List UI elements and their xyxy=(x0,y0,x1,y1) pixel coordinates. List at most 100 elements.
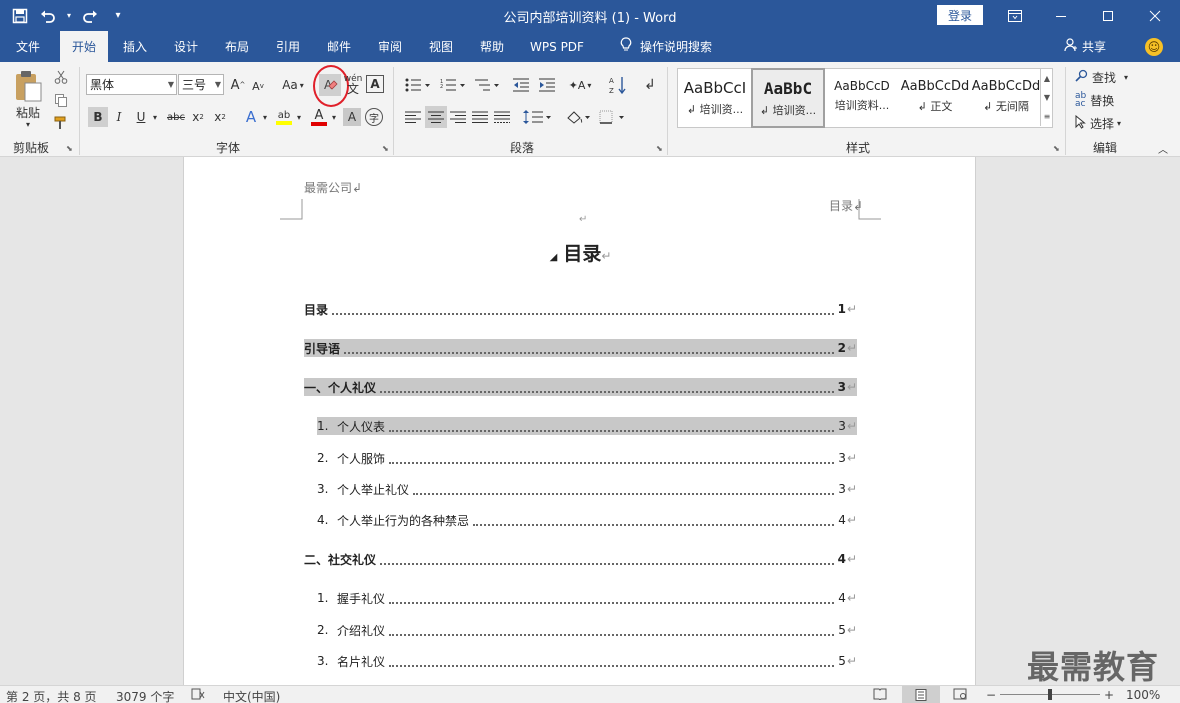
proofing-icon[interactable] xyxy=(191,688,205,703)
undo-dropdown-icon[interactable]: ▾ xyxy=(64,4,74,28)
sort-icon[interactable]: AZ xyxy=(608,74,628,96)
paste-dropdown-icon[interactable]: ▾ xyxy=(22,119,34,129)
login-button[interactable]: 登录 xyxy=(937,5,983,25)
styles-launcher-icon[interactable]: ⬊ xyxy=(1053,144,1060,153)
tab-design[interactable]: 设计 xyxy=(163,31,209,62)
font-name-combo[interactable]: 黑体 ▼ xyxy=(86,74,177,95)
toc-entry[interactable]: 一、个人礼仪 3 ↵ xyxy=(304,378,857,396)
tab-layout[interactable]: 布局 xyxy=(214,31,260,62)
bullets-icon[interactable] xyxy=(403,76,433,94)
multilevel-list-icon[interactable] xyxy=(472,76,502,94)
customize-qat-icon[interactable]: ▾ xyxy=(106,4,130,28)
character-border-icon[interactable]: A xyxy=(366,75,384,93)
subscript-icon[interactable]: x2 xyxy=(189,107,207,127)
tab-view[interactable]: 视图 xyxy=(418,31,464,62)
toc-entry[interactable]: 引导语 2 ↵ xyxy=(304,339,857,357)
superscript-icon[interactable]: x2 xyxy=(211,107,229,127)
tab-mailings[interactable]: 邮件 xyxy=(316,31,362,62)
style-item-selected[interactable]: AaBbC ↲ 培训资... xyxy=(751,68,825,128)
line-spacing-icon[interactable] xyxy=(521,108,553,126)
enclose-characters-icon[interactable]: 字 xyxy=(365,108,383,126)
zoom-out-icon[interactable]: − xyxy=(986,688,996,702)
paste-icon[interactable] xyxy=(10,68,46,104)
toc-entry[interactable]: 3. 个人举止礼仪 3 ↵ xyxy=(317,480,857,498)
style-item[interactable]: AaBbCcDd ↲ 无间隔 xyxy=(971,70,1041,126)
shading-icon[interactable] xyxy=(564,108,594,126)
font-size-combo[interactable]: 三号 ▼ xyxy=(178,74,224,95)
toc-entry[interactable]: 二、社交礼仪 4 ↵ xyxy=(304,550,857,568)
italic-icon[interactable]: I xyxy=(110,107,128,127)
decrease-indent-icon[interactable] xyxy=(511,76,531,94)
ribbon-display-options-icon[interactable] xyxy=(992,0,1038,31)
highlight-dropdown-icon[interactable]: ▾ xyxy=(294,109,304,125)
tab-references[interactable]: 引用 xyxy=(265,31,311,62)
strikethrough-icon[interactable]: abc xyxy=(165,107,187,127)
find-button[interactable]: 查找 ▾ xyxy=(1075,68,1141,86)
borders-icon[interactable] xyxy=(597,108,629,126)
clipboard-launcher-icon[interactable]: ⬊ xyxy=(66,144,73,153)
tab-file[interactable]: 文件 xyxy=(4,31,52,62)
align-center-icon[interactable] xyxy=(425,106,447,128)
toc-entry[interactable]: 2. 个人服饰 3 ↵ xyxy=(317,449,857,467)
align-right-icon[interactable] xyxy=(448,108,468,126)
collapse-ribbon-icon[interactable]: ︿ xyxy=(1156,142,1170,156)
document-page[interactable]: 最需公司↲ 目录↲ ↵ ◢ 目录↵ 目录 1 ↵ 引导语 2 ↵ 一、个人礼仪 3 ↵ 1. 个人仪表… xyxy=(183,157,976,685)
tab-insert[interactable]: 插入 xyxy=(112,31,158,62)
bold-icon[interactable]: B xyxy=(88,107,108,127)
justify-icon[interactable] xyxy=(470,108,490,126)
show-formatting-marks-icon[interactable]: ↲ xyxy=(640,74,660,96)
toc-entry[interactable]: 1. 个人仪表 3 ↵ xyxy=(317,417,857,435)
underline-dropdown-icon[interactable]: ▾ xyxy=(150,109,160,125)
style-item[interactable]: AaBbCcDd ↲ 正文 xyxy=(900,70,970,126)
tab-wps-pdf[interactable]: WPS PDF xyxy=(522,31,592,62)
read-mode-icon[interactable] xyxy=(873,688,887,703)
text-effects-dropdown-icon[interactable]: ▾ xyxy=(260,109,270,125)
paragraph-launcher-icon[interactable]: ⬊ xyxy=(656,144,663,153)
toc-entry[interactable]: 1. 握手礼仪 4 ↵ xyxy=(317,589,857,607)
distributed-icon[interactable] xyxy=(492,108,512,126)
replace-button[interactable]: ab ac 替换 xyxy=(1075,91,1141,109)
copy-icon[interactable] xyxy=(52,91,70,109)
minimize-icon[interactable] xyxy=(1038,0,1084,31)
paste-button[interactable]: 粘贴 xyxy=(12,104,44,120)
toc-heading[interactable]: ◢ 目录↵ xyxy=(184,239,977,266)
print-layout-icon[interactable] xyxy=(902,686,940,703)
vertical-scrollbar[interactable] xyxy=(1164,157,1180,685)
toc-entry[interactable]: 3. 名片礼仪 5 ↵ xyxy=(317,652,857,670)
shrink-font-icon[interactable]: Av xyxy=(250,77,266,95)
format-painter-icon[interactable] xyxy=(52,114,70,132)
styles-more-icon[interactable]: ≡ xyxy=(1040,107,1053,126)
numbering-icon[interactable]: 12 xyxy=(438,76,468,94)
font-color-icon[interactable]: A xyxy=(309,107,329,127)
word-count-status[interactable]: 3079 个字 xyxy=(116,688,174,703)
cut-icon[interactable] xyxy=(52,68,70,86)
change-case-button[interactable]: Aa ▾ xyxy=(279,76,307,94)
feedback-smiley-icon[interactable]: ☺ xyxy=(1145,38,1163,56)
phonetic-guide-icon[interactable]: wén 文 xyxy=(344,73,363,95)
close-icon[interactable] xyxy=(1132,0,1178,31)
text-effects-icon[interactable]: A xyxy=(242,107,260,127)
styles-scroll-down-icon[interactable]: ▼ xyxy=(1040,88,1053,107)
font-color-dropdown-icon[interactable]: ▾ xyxy=(329,109,339,125)
style-item[interactable]: AaBbCcI ↲ 培训资... xyxy=(680,70,750,126)
save-icon[interactable] xyxy=(8,4,32,28)
underline-icon[interactable]: U xyxy=(132,107,150,127)
tab-home[interactable]: 开始 xyxy=(60,31,108,62)
language-status[interactable]: 中文(中国) xyxy=(223,688,280,703)
tab-help[interactable]: 帮助 xyxy=(469,31,515,62)
redo-icon[interactable] xyxy=(78,4,102,28)
share-button[interactable]: 共享 xyxy=(1064,31,1106,62)
font-launcher-icon[interactable]: ⬊ xyxy=(382,144,389,153)
align-left-icon[interactable] xyxy=(403,108,423,126)
zoom-level[interactable]: 100% xyxy=(1126,688,1160,702)
chinese-layout-icon[interactable]: ✦A ▾ xyxy=(565,76,595,94)
tell-me-search[interactable]: 操作说明搜索 xyxy=(606,31,726,62)
character-shading-icon[interactable]: A xyxy=(343,108,361,126)
toc-entry[interactable]: 2. 介绍礼仪 5 ↵ xyxy=(317,621,857,639)
undo-icon[interactable] xyxy=(36,4,60,28)
zoom-slider-thumb[interactable] xyxy=(1048,689,1052,700)
highlight-color-icon[interactable]: ab xyxy=(274,107,294,127)
toc-entry[interactable]: 目录 1 ↵ xyxy=(304,300,857,318)
toc-entry[interactable]: 4. 个人举止行为的各种禁忌 4 ↵ xyxy=(317,511,857,529)
styles-scroll-up-icon[interactable]: ▲ xyxy=(1040,69,1053,88)
